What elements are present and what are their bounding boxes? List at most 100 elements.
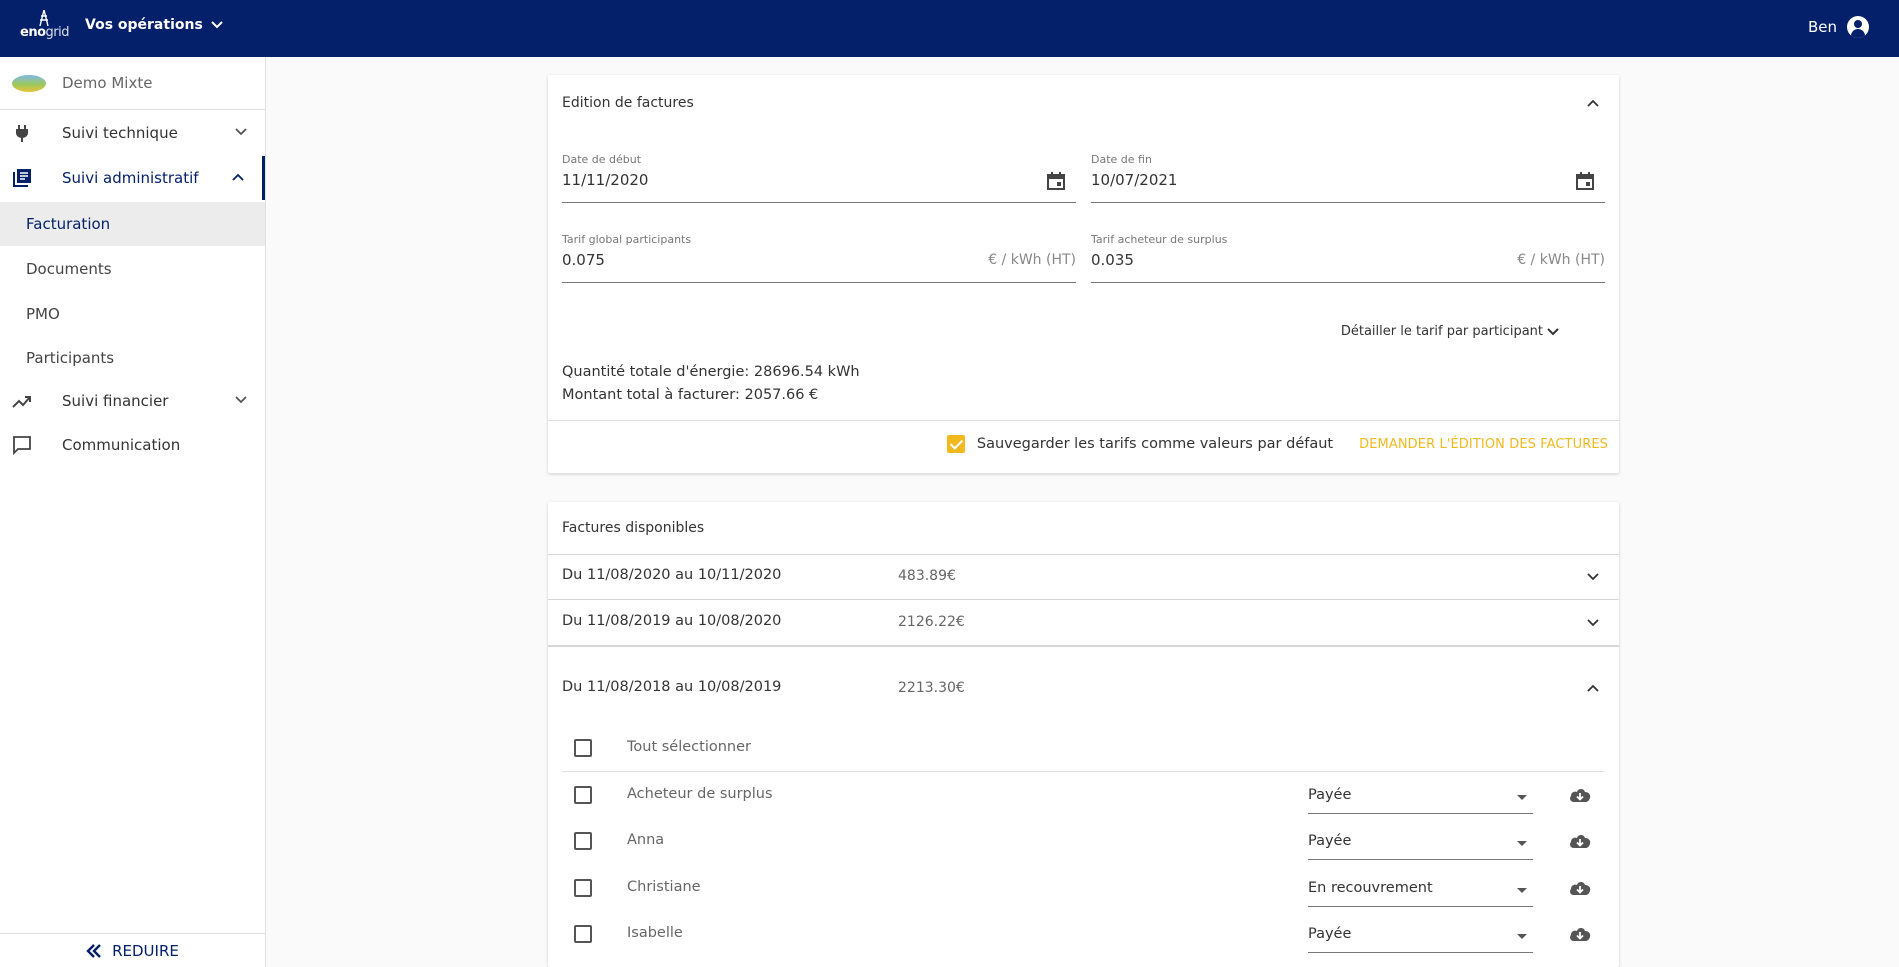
participant-invoice-row: Anna Payée: [562, 820, 1605, 866]
organization-selector[interactable]: Demo Mixte: [0, 57, 265, 110]
chat-icon: [13, 436, 31, 455]
chevron-down-icon: [211, 21, 223, 29]
top-bar: enogrid Vos opérations Ben: [0, 0, 1899, 57]
calendar-icon[interactable]: [1046, 171, 1066, 191]
save-default-checkbox[interactable]: [946, 435, 965, 453]
participant-invoice-row: Christiane En recouvrement: [562, 867, 1605, 913]
logo-text: enogrid: [20, 25, 69, 40]
total-amount-text: Montant total à facturer: 2057.66 €: [562, 387, 819, 403]
sidebar-item-communication[interactable]: Communication: [0, 423, 265, 467]
operations-dropdown[interactable]: Vos opérations: [85, 17, 223, 33]
collapse-sidebar-button[interactable]: REDUIRE: [0, 933, 265, 967]
payment-status-select[interactable]: En recouvrement: [1308, 871, 1533, 907]
global-tariff-field: Tarif global participants € / kWh (HT): [562, 233, 1076, 283]
chevron-down-icon: [1587, 573, 1599, 581]
cloud-download-icon[interactable]: [1568, 924, 1592, 944]
card-title: Factures disponibles: [562, 520, 705, 536]
organization-name: Demo Mixte: [62, 74, 153, 92]
sidebar-item-label: Communication: [62, 436, 181, 454]
payment-status-select[interactable]: Payée: [1308, 917, 1533, 953]
invoice-period-expanded: Du 11/08/2018 au 10/08/2019 2213.30€ Tou…: [548, 645, 1619, 967]
surplus-tariff-input[interactable]: [1091, 251, 1503, 269]
save-default-label: Sauvegarder les tarifs comme valeurs par…: [976, 436, 1334, 452]
cloud-download-icon[interactable]: [1568, 831, 1592, 851]
sidebar-subitem-label: Participants: [26, 349, 115, 367]
enogrid-logo[interactable]: enogrid: [18, 10, 69, 48]
participant-name: Christiane: [627, 879, 701, 895]
card-title: Edition de factures: [562, 95, 694, 111]
participant-invoice-row: Acheteur de surplus Payée: [562, 774, 1605, 820]
sidebar-item-label: Suivi financier: [62, 392, 169, 410]
chevron-up-icon: [1587, 684, 1599, 692]
sidebar-subitem-label: Documents: [26, 260, 112, 278]
sidebar-item-suivi-financier[interactable]: Suivi financier: [0, 379, 265, 423]
trending-up-icon: [12, 396, 31, 408]
cloud-download-icon[interactable]: [1568, 878, 1592, 898]
global-tariff-unit: € / kWh (HT): [988, 252, 1076, 268]
end-date-input[interactable]: [1091, 171, 1503, 189]
start-date-label: Date de début: [562, 153, 642, 166]
sidebar-subitem-label: Facturation: [26, 215, 111, 233]
participant-name: Isabelle: [627, 925, 683, 941]
invoice-amount: 2126.22€: [898, 614, 965, 630]
invoice-period-header[interactable]: Du 11/08/2018 au 10/08/2019 2213.30€: [548, 647, 1619, 713]
document-list-icon: [13, 169, 31, 187]
invoice-period-row[interactable]: Du 11/08/2020 au 10/11/2020 483.89€: [548, 554, 1619, 599]
select-all-checkbox[interactable]: [574, 739, 592, 757]
user-menu[interactable]: Ben: [1808, 16, 1869, 38]
sidebar-subitem-pmo[interactable]: PMO: [0, 292, 265, 336]
user-name: Ben: [1807, 18, 1837, 36]
divider: [548, 420, 1619, 421]
dropdown-arrow-icon: [1517, 888, 1527, 893]
chevron-up-icon[interactable]: [1585, 95, 1601, 111]
participant-checkbox[interactable]: [574, 879, 592, 897]
global-tariff-input[interactable]: [562, 251, 974, 269]
cloud-download-icon[interactable]: [1568, 785, 1592, 805]
calendar-icon[interactable]: [1575, 171, 1595, 191]
plug-icon: [16, 125, 28, 142]
account-circle-icon: [1847, 16, 1869, 38]
invoice-period: Du 11/08/2019 au 10/08/2020: [562, 613, 782, 629]
totals-summary: Quantité totale d'énergie: 28696.54 kWh …: [562, 361, 860, 407]
start-date-input[interactable]: [562, 171, 974, 189]
sidebar-subitem-documents[interactable]: Documents: [0, 247, 265, 291]
invoice-amount: 483.89€: [898, 568, 956, 584]
invoice-period-row[interactable]: Du 11/08/2019 au 10/08/2020 2126.22€: [548, 599, 1619, 645]
chevron-down-icon: [235, 128, 247, 136]
global-tariff-label: Tarif global participants: [562, 233, 692, 246]
chevron-down-icon: [1587, 619, 1599, 627]
sidebar-item-suivi-administratif[interactable]: Suivi administratif: [0, 156, 265, 200]
dropdown-arrow-icon: [1517, 934, 1527, 939]
operations-label: Vos opérations: [85, 17, 203, 33]
participant-name: Acheteur de surplus: [627, 786, 773, 802]
participant-name: Anna: [627, 832, 665, 848]
collapse-sidebar-label: REDUIRE: [112, 941, 179, 960]
dropdown-arrow-icon: [1517, 841, 1527, 846]
invoice-amount: 2213.30€: [898, 680, 965, 696]
participant-checkbox[interactable]: [574, 925, 592, 943]
select-all-label: Tout sélectionner: [627, 739, 751, 755]
request-invoice-edition-button[interactable]: DEMANDER L'ÉDITION DES FACTURES: [1359, 437, 1608, 452]
surplus-tariff-label: Tarif acheteur de surplus: [1091, 233, 1228, 246]
payment-status-value: Payée: [1308, 833, 1352, 849]
sidebar-item-suivi-technique[interactable]: Suivi technique: [0, 111, 265, 155]
participant-invoice-row: Isabelle Payée: [562, 913, 1605, 959]
select-all-row: Tout sélectionner: [562, 727, 1605, 773]
sidebar-subitem-participants[interactable]: Participants: [0, 336, 265, 380]
participant-checkbox[interactable]: [574, 832, 592, 850]
chevron-up-icon: [232, 173, 244, 181]
payment-status-select[interactable]: Payée: [1308, 778, 1533, 814]
start-date-field: Date de début: [562, 153, 1076, 203]
surplus-tariff-unit: € / kWh (HT): [1517, 252, 1605, 268]
payment-status-select[interactable]: Payée: [1308, 824, 1533, 860]
double-chevron-left-icon: [86, 943, 101, 958]
dropdown-arrow-icon: [1517, 795, 1527, 800]
save-actions-row: Sauvegarder les tarifs comme valeurs par…: [946, 435, 1608, 453]
invoice-period: Du 11/08/2020 au 10/11/2020: [562, 567, 782, 583]
total-energy-text: Quantité totale d'énergie: 28696.54 kWh: [562, 364, 860, 380]
sidebar-subitem-facturation[interactable]: Facturation: [0, 202, 265, 246]
participant-checkbox[interactable]: [574, 786, 592, 804]
available-invoices-card: Factures disponibles Du 11/08/2020 au 10…: [548, 502, 1619, 967]
invoice-period: Du 11/08/2018 au 10/08/2019: [562, 679, 782, 695]
detail-tariff-per-participant-link[interactable]: Détailler le tarif par participant: [1341, 324, 1559, 339]
